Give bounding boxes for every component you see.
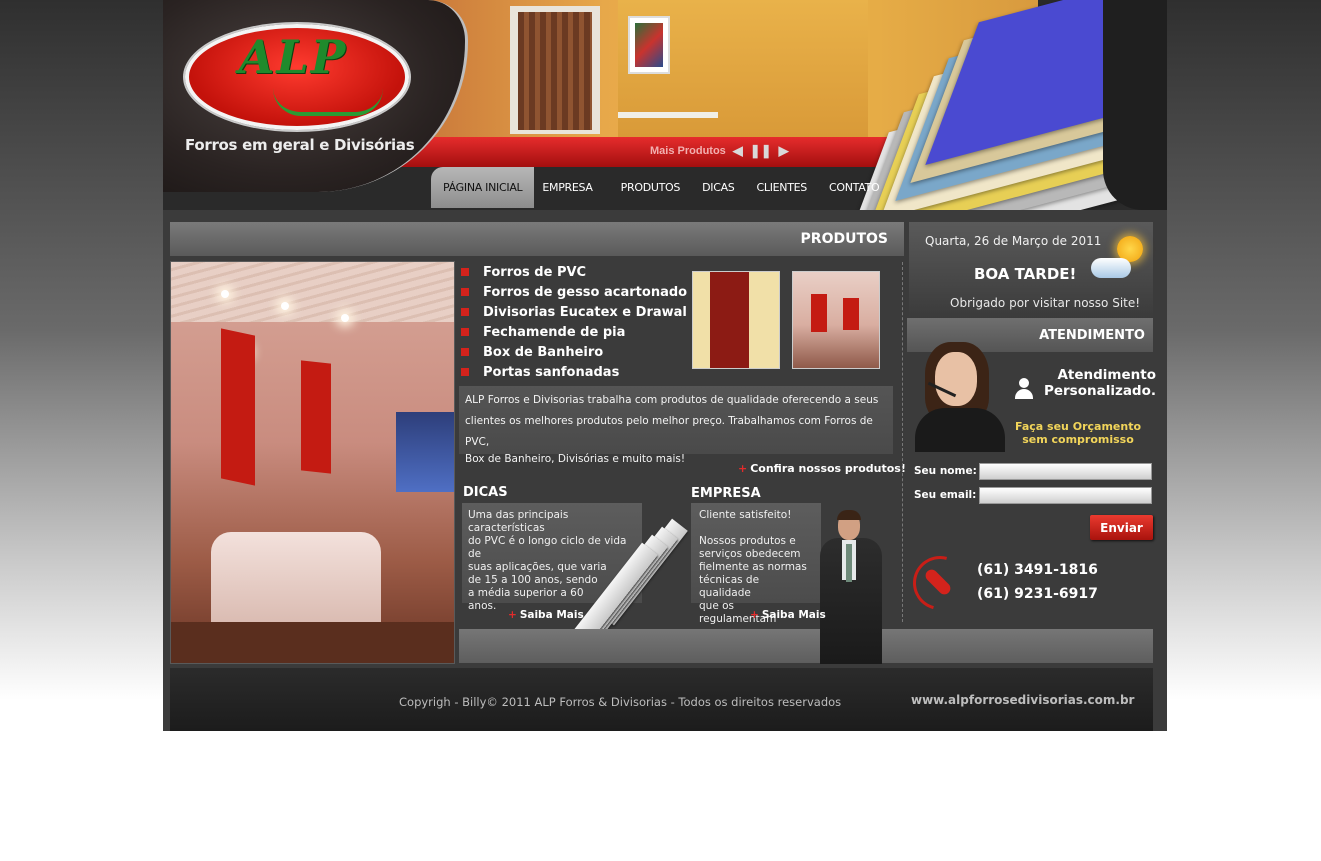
submit-button[interactable]: Enviar [1090, 515, 1153, 540]
nav-dicas[interactable]: DICAS [688, 167, 742, 208]
plus-icon: + [508, 609, 517, 621]
site-container: Mais Produtos ◀ ❚❚ ▶ ALP Forros em geral… [163, 0, 1167, 731]
name-label: Seu nome: [914, 465, 977, 477]
nav-produtos[interactable]: PRODUTOS [601, 167, 688, 208]
product-item[interactable]: Portas sanfonadas [459, 362, 687, 382]
product-item[interactable]: Box de Banheiro [459, 342, 687, 362]
pvc-panels-image [568, 518, 688, 650]
products-cta-link[interactable]: + Confira nossos produtos! [738, 462, 906, 475]
empresa-title: EMPRESA [691, 486, 761, 501]
tagline: Forros em geral e Divisórias [185, 136, 415, 154]
cloud-icon [1091, 258, 1131, 278]
bullet-icon [461, 288, 469, 296]
bullet-icon [461, 268, 469, 276]
room-photo [170, 261, 455, 664]
orcamento-text: Faça seu Orçamento sem compromisso [1014, 420, 1142, 446]
phone-number-1: (61) 3491-1816 [977, 562, 1098, 578]
user-icon [1015, 378, 1035, 400]
name-input[interactable] [979, 463, 1152, 480]
date-greeting-panel: Quarta, 26 de Março de 2011 BOA TARDE! O… [909, 222, 1153, 318]
products-title: PRODUTOS [800, 231, 888, 247]
intro-text: ALP Forros e Divisorias trabalha com pro… [459, 386, 893, 465]
products-bottom-bar [459, 629, 1153, 663]
operator-image [907, 338, 1011, 452]
nav-contato[interactable]: CONTATO [815, 167, 887, 208]
next-arrow-icon[interactable]: ▶ [779, 143, 789, 159]
current-date: Quarta, 26 de Março de 2011 [925, 234, 1102, 248]
copyright-text: Copyrigh - Billy© 2011 ALP Forros & Divi… [399, 695, 842, 709]
atendimento-title: ATENDIMENTO [1039, 328, 1145, 343]
intro-line: ALP Forros e Divisorias trabalha com pro… [465, 394, 879, 406]
empresa-saiba-mais-link[interactable]: + Saiba Mais [750, 609, 826, 621]
bullet-icon [461, 368, 469, 376]
bullet-icon [461, 308, 469, 316]
product-item[interactable]: Forros de PVC [459, 262, 687, 282]
products-header: PRODUTOS [170, 222, 904, 256]
nav-home[interactable]: PÁGINA INICIAL [431, 167, 535, 208]
product-thumbnail-door[interactable] [692, 271, 780, 369]
atendimento-heading: Atendimento Personalizado. [1043, 367, 1156, 399]
businessman-image [808, 510, 898, 664]
nav-empresa[interactable]: EMPRESA [534, 167, 600, 208]
prev-arrow-icon[interactable]: ◀ [733, 143, 743, 159]
pause-icon[interactable]: ❚❚ [750, 143, 772, 159]
header-corner [1103, 0, 1167, 210]
phone-icon [903, 546, 977, 620]
product-item[interactable]: Fechamende de pia [459, 322, 687, 342]
greeting: BOA TARDE! [974, 265, 1077, 283]
bullet-icon [461, 348, 469, 356]
thanks-message: Obrigado por visitar nosso Site! [950, 296, 1141, 310]
dicas-saiba-mais-link[interactable]: + Saiba Mais [508, 609, 584, 621]
email-label: Seu email: [914, 489, 977, 501]
plus-icon: + [750, 609, 759, 621]
logo-swoosh [273, 88, 383, 116]
divider [902, 262, 903, 622]
site-url[interactable]: www.alpforrosedivisorias.com.br [911, 693, 1134, 707]
bullet-icon [461, 328, 469, 336]
empresa-box: Cliente satisfeito! Nossos produtos e se… [691, 503, 821, 625]
nav-clientes[interactable]: CLIENTES [742, 167, 814, 208]
intro-line: clientes os melhores produtos pelo melho… [465, 415, 873, 448]
plus-icon: + [738, 462, 748, 475]
product-item[interactable]: Forros de gesso acartonado [459, 282, 687, 302]
email-input[interactable] [979, 487, 1152, 504]
footer: Copyrigh - Billy© 2011 ALP Forros & Divi… [170, 668, 1153, 731]
more-products-control: Mais Produtos ◀ ❚❚ ▶ [650, 142, 790, 160]
logo[interactable]: ALP [223, 30, 363, 84]
product-thumbnail-room[interactable] [792, 271, 880, 369]
product-list: Forros de PVC Forros de gesso acartonado… [459, 262, 687, 382]
main-nav: PÁGINA INICIAL EMPRESA PRODUTOS DICAS CL… [431, 167, 887, 208]
phone-number-2: (61) 9231-6917 [977, 586, 1098, 602]
product-item[interactable]: Divisorias Eucatex e Drawal [459, 302, 687, 322]
header: Mais Produtos ◀ ❚❚ ▶ ALP Forros em geral… [163, 0, 1167, 210]
dicas-title: DICAS [463, 485, 508, 500]
more-products-label: Mais Produtos [650, 145, 726, 157]
